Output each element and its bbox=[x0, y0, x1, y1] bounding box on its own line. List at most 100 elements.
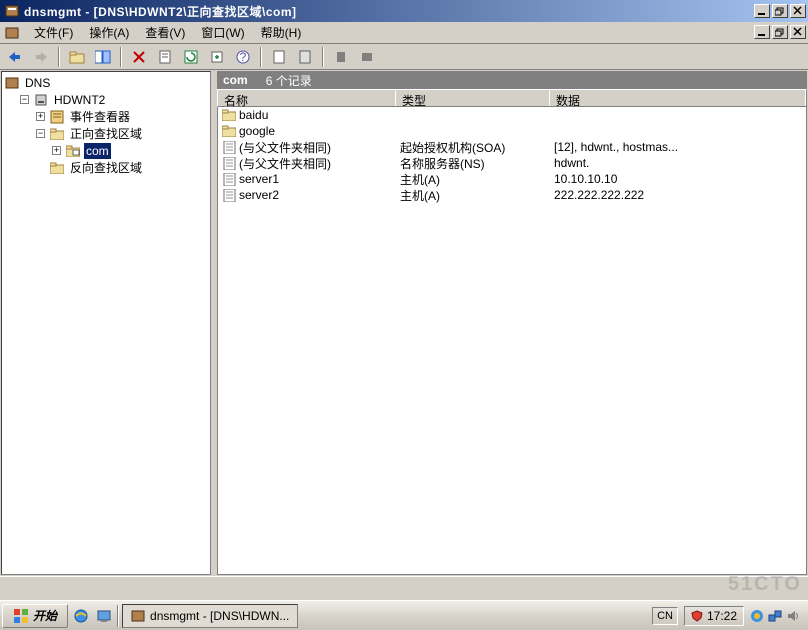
cell-name: google bbox=[239, 124, 275, 138]
menu-help[interactable]: 帮助(H) bbox=[253, 22, 310, 43]
column-type[interactable]: 类型 bbox=[396, 90, 550, 106]
menu-view[interactable]: 查看(V) bbox=[137, 22, 193, 43]
menu-action[interactable]: 操作(A) bbox=[81, 22, 137, 43]
forward-button[interactable] bbox=[30, 46, 52, 68]
svg-text:?: ? bbox=[240, 50, 247, 64]
tree-reverse[interactable]: 反向查找区域 bbox=[4, 159, 208, 176]
new-zone-button[interactable] bbox=[294, 46, 316, 68]
record-icon bbox=[222, 141, 236, 153]
dns-root-icon bbox=[4, 76, 20, 90]
minimize-button[interactable] bbox=[754, 4, 770, 18]
expand-icon[interactable]: + bbox=[52, 146, 61, 155]
clock[interactable]: 17:22 bbox=[707, 609, 737, 623]
taskbar: 开始 dnsmgmt - [DNS\HDWN... CN 17:22 bbox=[0, 600, 808, 630]
record-count: 6 个记录 bbox=[266, 72, 312, 89]
cell-data: 222.222.222.222 bbox=[554, 188, 644, 202]
splitter[interactable] bbox=[212, 70, 216, 576]
menu-bar: 文件(F) 操作(A) 查看(V) 窗口(W) 帮助(H) bbox=[0, 22, 808, 44]
menu-window[interactable]: 窗口(W) bbox=[193, 22, 252, 43]
windows-logo-icon bbox=[13, 608, 29, 624]
mdi-restore-button[interactable] bbox=[772, 25, 788, 39]
folder-icon bbox=[222, 109, 236, 121]
cell-data: 10.10.10.10 bbox=[554, 172, 617, 186]
app-icon bbox=[4, 3, 20, 19]
cell-data: [12], hdwnt., hostmas... bbox=[554, 140, 678, 154]
list-pane: com 6 个记录 名称 类型 数据 baidugoogle(与父文件夹相同)起… bbox=[217, 71, 807, 575]
cell-data: hdwnt. bbox=[554, 156, 589, 170]
column-name[interactable]: 名称 bbox=[218, 90, 396, 106]
collapse-icon[interactable]: − bbox=[36, 129, 45, 138]
current-zone: com bbox=[223, 73, 248, 87]
up-button[interactable] bbox=[66, 46, 88, 68]
cell-type: 起始授权机构(SOA) bbox=[400, 139, 505, 156]
find-button[interactable] bbox=[356, 46, 378, 68]
shield-icon[interactable] bbox=[691, 610, 703, 622]
ie-icon[interactable] bbox=[71, 606, 91, 626]
cell-name: (与父文件夹相同) bbox=[239, 155, 331, 172]
table-row[interactable]: baidu bbox=[218, 107, 806, 123]
column-data[interactable]: 数据 bbox=[550, 90, 806, 106]
record-icon bbox=[222, 189, 236, 201]
restore-button[interactable] bbox=[772, 4, 788, 18]
start-button[interactable]: 开始 bbox=[2, 604, 68, 628]
table-row[interactable]: (与父文件夹相同) 名称服务器(NS) hdwnt. bbox=[218, 155, 806, 171]
table-row[interactable]: google bbox=[218, 123, 806, 139]
app-icon bbox=[131, 609, 145, 623]
record-icon bbox=[222, 157, 236, 169]
server-icon bbox=[33, 93, 49, 107]
new-record-button[interactable] bbox=[268, 46, 290, 68]
mdi-close-button[interactable] bbox=[790, 25, 806, 39]
tree-pane[interactable]: DNS − HDWNT2 + 事件查看器 − 正向查找区域 bbox=[1, 71, 211, 575]
filter-button[interactable] bbox=[330, 46, 352, 68]
refresh-button[interactable] bbox=[180, 46, 202, 68]
mdi-minimize-button[interactable] bbox=[754, 25, 770, 39]
cell-name: server2 bbox=[239, 188, 279, 202]
folder-icon bbox=[49, 127, 65, 141]
cell-type: 主机(A) bbox=[400, 171, 440, 188]
cell-type: 主机(A) bbox=[400, 187, 440, 204]
volume-icon[interactable] bbox=[786, 609, 800, 623]
export-button[interactable] bbox=[206, 46, 228, 68]
title-bar: dnsmgmt - [DNS\HDWNT2\正向查找区域\com] bbox=[0, 0, 808, 22]
tree-com[interactable]: + com bbox=[4, 142, 208, 159]
toolbar: ? bbox=[0, 44, 808, 70]
delete-button[interactable] bbox=[128, 46, 150, 68]
cell-name: baidu bbox=[239, 108, 268, 122]
taskbar-task[interactable]: dnsmgmt - [DNS\HDWN... bbox=[122, 604, 298, 628]
path-bar: com 6 个记录 bbox=[217, 71, 807, 89]
list-body[interactable]: baidugoogle(与父文件夹相同)起始授权机构(SOA)[12], hdw… bbox=[217, 107, 807, 575]
status-bar bbox=[0, 576, 808, 598]
desktop-icon[interactable] bbox=[94, 606, 114, 626]
language-indicator[interactable]: CN bbox=[652, 607, 678, 625]
collapse-icon[interactable]: − bbox=[20, 95, 29, 104]
list-header: 名称 类型 数据 bbox=[217, 89, 807, 107]
network-icon[interactable] bbox=[768, 609, 782, 623]
tree-forward[interactable]: − 正向查找区域 bbox=[4, 125, 208, 142]
expand-icon[interactable]: + bbox=[36, 112, 45, 121]
tree-eventviewer[interactable]: + 事件查看器 bbox=[4, 108, 208, 125]
tree-root[interactable]: DNS bbox=[4, 74, 208, 91]
content-area: DNS − HDWNT2 + 事件查看器 − 正向查找区域 bbox=[0, 70, 808, 576]
update-icon[interactable] bbox=[750, 609, 764, 623]
table-row[interactable]: server1 主机(A) 10.10.10.10 bbox=[218, 171, 806, 187]
table-row[interactable]: (与父文件夹相同) 起始授权机构(SOA) [12], hdwnt., hostma… bbox=[218, 139, 806, 155]
table-row[interactable]: server2 主机(A) 222.222.222.222 bbox=[218, 187, 806, 203]
cell-name: (与父文件夹相同) bbox=[239, 139, 331, 156]
folder-icon bbox=[49, 161, 65, 175]
zone-icon bbox=[65, 144, 81, 158]
tree-server[interactable]: − HDWNT2 bbox=[4, 91, 208, 108]
cell-name: server1 bbox=[239, 172, 279, 186]
show-hide-tree-button[interactable] bbox=[92, 46, 114, 68]
menu-file[interactable]: 文件(F) bbox=[26, 22, 81, 43]
cell-type: 名称服务器(NS) bbox=[400, 155, 485, 172]
help-button[interactable]: ? bbox=[232, 46, 254, 68]
window-title: dnsmgmt - [DNS\HDWNT2\正向查找区域\com] bbox=[24, 3, 754, 20]
mdi-system-icon[interactable] bbox=[4, 25, 20, 41]
properties-button[interactable] bbox=[154, 46, 176, 68]
back-button[interactable] bbox=[4, 46, 26, 68]
eventviewer-icon bbox=[49, 110, 65, 124]
system-tray: CN 17:22 bbox=[646, 606, 806, 626]
close-button[interactable] bbox=[790, 4, 806, 18]
record-icon bbox=[222, 173, 236, 185]
folder-icon bbox=[222, 125, 236, 137]
